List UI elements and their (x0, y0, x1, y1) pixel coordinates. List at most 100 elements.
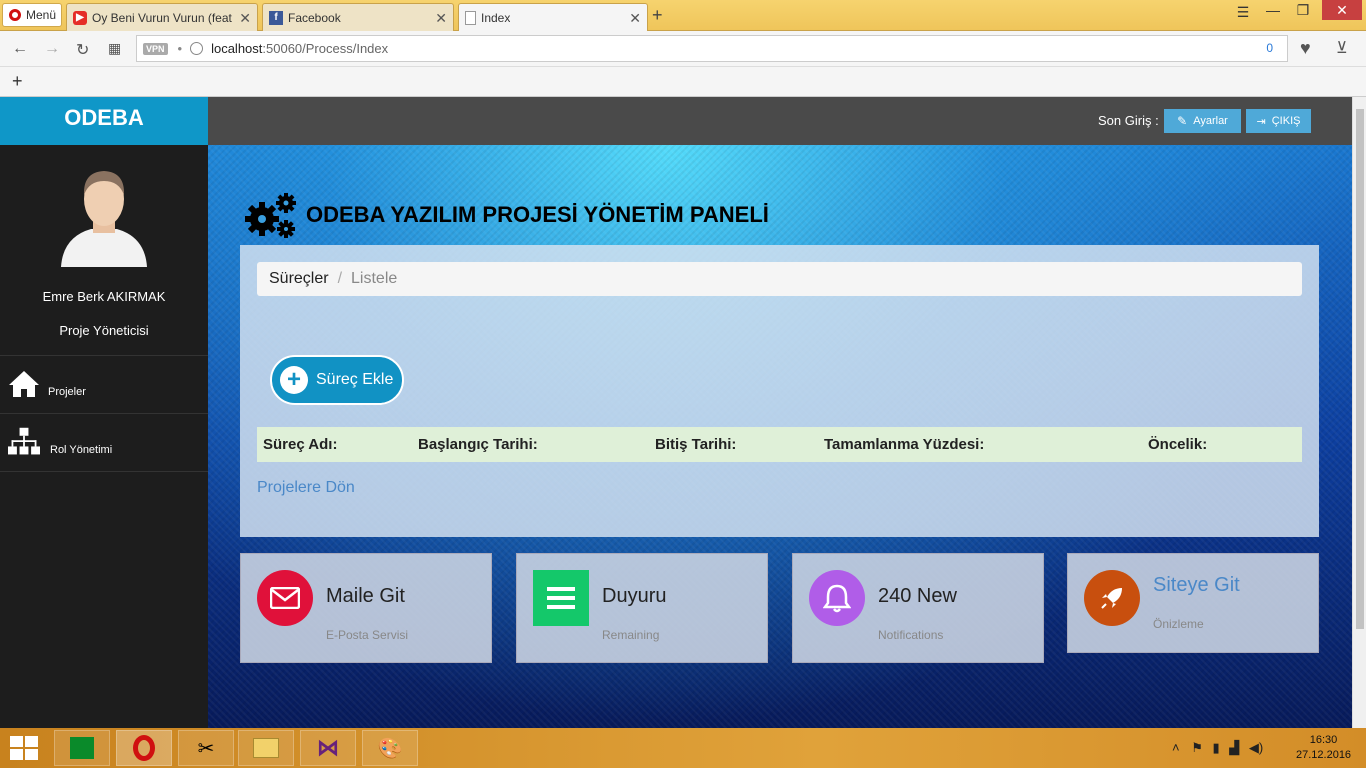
visual-studio-icon[interactable]: ⋈ (300, 730, 356, 766)
speed-dial-icon[interactable]: ▦ (108, 40, 121, 57)
close-icon[interactable]: ✕ (629, 10, 641, 27)
list-icon (533, 570, 589, 626)
table-header: Süreç Adı: Başlangıç Tarihi: Bitiş Tarih… (257, 427, 1302, 462)
tab-menu-icon[interactable]: ☰ (1228, 4, 1258, 21)
card-notifications[interactable]: 240 New Notifications (792, 553, 1044, 663)
top-bar: Son Giriş : ✎ Ayarlar ⇥ ÇIKIŞ (208, 97, 1352, 145)
forward-icon[interactable]: → (44, 40, 60, 58)
page-icon (465, 10, 476, 25)
plus-icon: + (280, 366, 308, 394)
logout-button[interactable]: ⇥ ÇIKIŞ (1246, 109, 1311, 133)
url-path: :50060/Process/Index (262, 41, 389, 56)
wrench-icon: ✎ (1177, 114, 1188, 128)
card-subtitle: E-Posta Servisi (326, 628, 409, 642)
last-login-label: Son Giriş : (1098, 113, 1159, 128)
file-explorer-icon[interactable] (238, 730, 294, 766)
main-content: ODEBA YAZILIM PROJESİ YÖNETİM PANELİ Sür… (208, 145, 1352, 728)
facebook-icon: f (269, 10, 283, 25)
column-header: Başlangıç Tarihi: (418, 436, 538, 453)
gears-icon (245, 193, 296, 238)
close-icon[interactable]: ✕ (435, 10, 447, 27)
windows-start-icon[interactable] (8, 734, 40, 762)
sidebar-item-projeler[interactable]: Projeler (0, 355, 208, 413)
back-icon[interactable]: ← (12, 40, 28, 58)
adblock-count[interactable]: 0 (1266, 41, 1273, 55)
close-window-button[interactable]: ✕ (1322, 0, 1362, 20)
add-process-button[interactable]: + Süreç Ekle (270, 355, 404, 405)
battery-icon[interactable]: ▮ (1213, 740, 1220, 755)
card-mail[interactable]: Maile Git E-Posta Servisi (240, 553, 492, 663)
scrollbar-thumb[interactable] (1356, 109, 1364, 629)
download-icon[interactable]: ⊻ (1336, 38, 1348, 58)
page-title: ODEBA YAZILIM PROJESİ YÖNETİM PANELİ (244, 191, 769, 239)
chevron-up-icon[interactable]: ˄ (1172, 740, 1180, 755)
youtube-icon: ▶ (73, 10, 87, 25)
card-subtitle: Remaining (602, 628, 660, 642)
browser-tab-strip: Menü ▶ Oy Beni Vurun Vurun (feat ✕ f Fac… (0, 0, 1366, 31)
column-header: Süreç Adı: (263, 436, 338, 453)
volume-icon[interactable]: ◀) (1249, 740, 1263, 755)
card-site[interactable]: Siteye Git Önizleme (1067, 553, 1319, 653)
column-header: Bitiş Tarihi: (655, 436, 737, 453)
breadcrumb-current[interactable]: Süreçler (269, 270, 329, 288)
envelope-icon (257, 570, 313, 626)
heart-icon[interactable]: ♥ (1300, 38, 1311, 59)
tab-youtube[interactable]: ▶ Oy Beni Vurun Vurun (feat ✕ (66, 3, 258, 31)
bell-icon (809, 570, 865, 626)
minimize-button[interactable]: — (1258, 2, 1288, 18)
user-name: Emre Berk AKIRMAK (42, 289, 166, 304)
bookmarks-bar: + (0, 67, 1366, 97)
tools-icon[interactable]: ✂ (178, 730, 234, 766)
scrollbar[interactable] (1352, 97, 1366, 728)
maximize-button[interactable]: ❐ (1288, 2, 1318, 19)
sidebar-item-label: Rol Yönetimi (50, 444, 113, 456)
globe-icon[interactable] (190, 42, 204, 55)
close-icon[interactable]: ✕ (239, 10, 251, 27)
url-input[interactable]: VPN • localhost:50060/Process/Index 0 (136, 35, 1288, 62)
address-bar: ← → ↻ ▦ VPN • localhost:50060/Process/In… (0, 31, 1366, 67)
opera-taskbar-icon[interactable] (116, 730, 172, 766)
menu-label: Menü (26, 8, 57, 22)
brand-logo[interactable]: ODEBA (0, 97, 208, 145)
opera-menu-button[interactable]: Menü (2, 3, 62, 27)
rocket-icon (1084, 570, 1140, 626)
user-avatar (61, 171, 147, 267)
card-title: Maile Git (326, 585, 405, 607)
system-tray[interactable]: ˄ ⚑ ▮ ▟ ◀) (1172, 740, 1263, 756)
logout-icon: ⇥ (1256, 115, 1266, 128)
store-icon[interactable] (54, 730, 110, 766)
back-to-projects-link[interactable]: Projelere Dön (257, 479, 355, 497)
sidebar-item-rol-yonetimi[interactable]: Rol Yönetimi (0, 413, 208, 471)
opera-logo-icon (9, 9, 21, 21)
tab-facebook[interactable]: f Facebook ✕ (262, 3, 454, 31)
flag-icon[interactable]: ⚑ (1191, 740, 1203, 755)
breadcrumb: Süreçler / Listele (257, 262, 1302, 296)
column-header: Tamamlanma Yüzdesi: (824, 436, 985, 453)
sitemap-icon (8, 427, 40, 455)
clock-date: 27.12.2016 (1296, 749, 1352, 761)
add-bookmark-button[interactable]: + (12, 71, 23, 92)
paint-icon[interactable]: 🎨 (362, 730, 418, 766)
breadcrumb-separator: / (337, 270, 343, 287)
card-title: 240 New (878, 585, 957, 607)
card-duyuru[interactable]: Duyuru Remaining (516, 553, 768, 663)
sidebar: ODEBA Emre Berk AKIRMAK Proje Yöneticisi… (0, 97, 208, 728)
tab-index[interactable]: Index ✕ (458, 3, 648, 31)
breadcrumb-last: Listele (351, 270, 398, 287)
dot-icon: • (177, 41, 183, 56)
windows-taskbar: ✂ ⋈ 🎨 ˄ ⚑ ▮ ▟ ◀) 16:30 27.12.2016 (0, 728, 1366, 768)
signal-icon[interactable]: ▟ (1229, 740, 1239, 755)
reload-icon[interactable]: ↻ (76, 40, 89, 60)
card-subtitle: Önizleme (1153, 617, 1204, 631)
user-role: Proje Yöneticisi (59, 323, 149, 338)
card-subtitle: Notifications (878, 628, 944, 642)
new-tab-button[interactable]: + (652, 5, 663, 26)
clock[interactable]: 16:30 27.12.2016 (1296, 733, 1351, 763)
column-header: Öncelik: (1148, 436, 1208, 453)
vpn-badge[interactable]: VPN (143, 42, 168, 55)
web-page: ODEBA Emre Berk AKIRMAK Proje Yöneticisi… (0, 97, 1352, 728)
sidebar-item-label: Projeler (48, 386, 86, 398)
content-panel: Süreçler / Listele + Süreç Ekle Süreç Ad… (240, 245, 1319, 537)
settings-button[interactable]: ✎ Ayarlar (1164, 109, 1241, 133)
card-title[interactable]: Siteye Git (1153, 574, 1240, 597)
